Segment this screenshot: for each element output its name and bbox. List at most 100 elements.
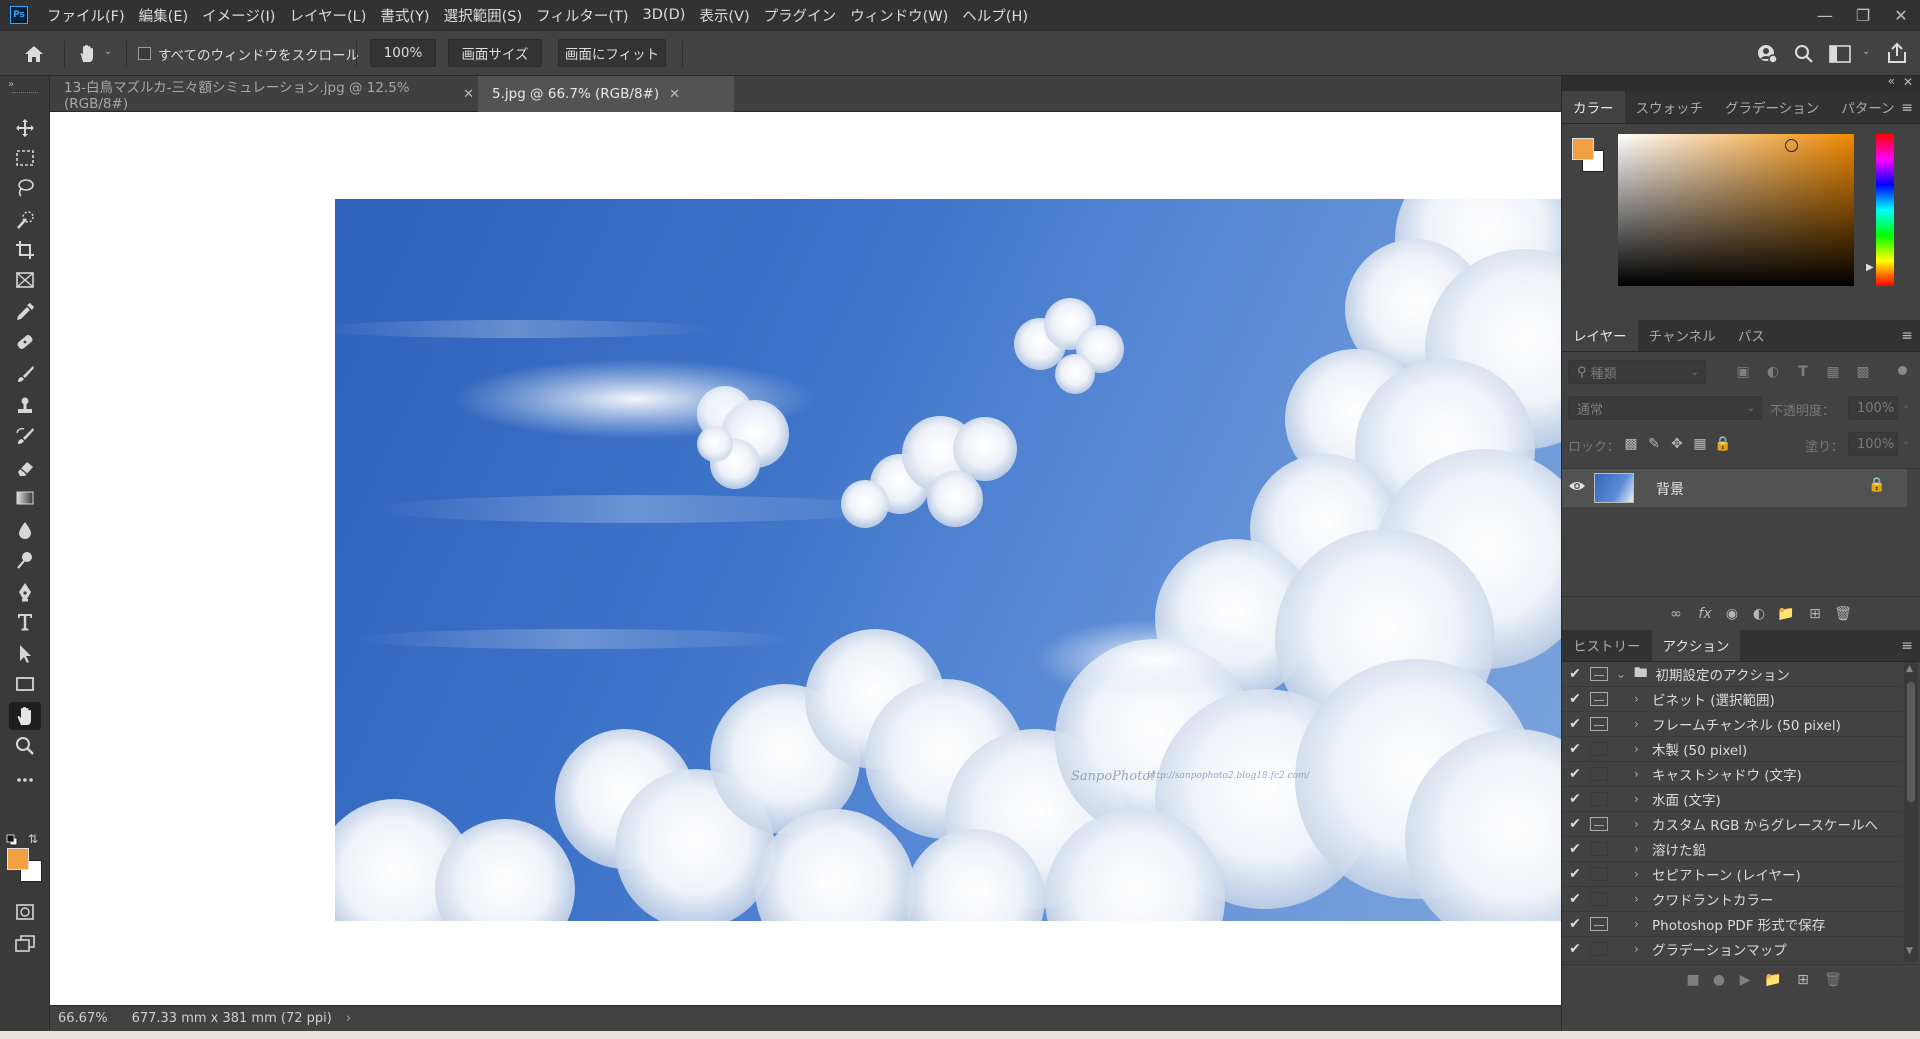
tab-gradients[interactable]: グラデーション (1714, 91, 1830, 123)
collapse-panels-icon[interactable]: « (1888, 74, 1895, 88)
chevron-right-icon[interactable]: › (1634, 692, 1652, 706)
eyedropper-tool-icon[interactable] (9, 298, 41, 326)
dialog-toggle-icon[interactable] (1590, 842, 1608, 856)
dodge-tool-icon[interactable] (9, 546, 41, 574)
quick-selection-tool-icon[interactable] (9, 206, 41, 234)
record-icon[interactable]: ● (1708, 969, 1730, 991)
new-layer-icon[interactable]: ⊞ (1804, 603, 1826, 625)
action-check-icon[interactable]: ✔ (1562, 791, 1588, 807)
hand-tool-icon[interactable] (9, 702, 41, 730)
action-check-icon[interactable]: ✔ (1562, 916, 1588, 932)
dialog-toggle-icon[interactable] (1590, 867, 1608, 881)
gradient-tool-icon[interactable] (9, 484, 41, 512)
tab-channels[interactable]: チャンネル (1638, 319, 1727, 351)
dialog-toggle-icon[interactable] (1590, 917, 1608, 931)
blend-mode-select[interactable]: 通常 ⌄ (1568, 396, 1762, 420)
menu-plugins[interactable]: プラグイン (757, 5, 844, 26)
frame-tool-icon[interactable] (9, 266, 41, 294)
dialog-toggle-icon[interactable] (1590, 667, 1608, 681)
close-icon[interactable]: ✕ (1882, 0, 1920, 30)
hue-slider[interactable] (1876, 134, 1894, 286)
tab-actions[interactable]: アクション (1651, 629, 1741, 661)
lock-position-icon[interactable]: ✥ (1666, 433, 1688, 455)
foreground-color-swatch[interactable] (7, 848, 29, 870)
scroll-down-icon[interactable]: ▼ (1906, 946, 1913, 956)
filter-adjustment-icon[interactable]: ◐ (1762, 361, 1784, 383)
chevron-down-icon[interactable]: ⌄ (1616, 667, 1634, 681)
scrollbar-thumb[interactable] (1907, 682, 1915, 802)
link-layers-icon[interactable]: ∞ (1665, 603, 1687, 625)
layer-name[interactable]: 背景 (1656, 479, 1684, 499)
workspace-chevron-down-icon[interactable]: ⌄ (1862, 46, 1870, 57)
tab-patterns[interactable]: パターン (1830, 91, 1905, 123)
menu-window[interactable]: ウィンドウ(W) (843, 5, 955, 26)
quick-mask-icon[interactable] (9, 898, 41, 926)
rectangle-tool-icon[interactable] (9, 670, 41, 698)
lasso-tool-icon[interactable] (9, 174, 41, 202)
chevron-right-icon[interactable]: › (1634, 742, 1652, 756)
path-selection-tool-icon[interactable] (9, 640, 41, 668)
status-chevron-right-icon[interactable]: › (346, 1011, 351, 1026)
actions-scrollbar[interactable]: ▲ ▼ (1904, 662, 1918, 962)
chevron-right-icon[interactable]: › (1634, 917, 1652, 931)
action-check-icon[interactable]: ✔ (1562, 841, 1588, 857)
tab-paths[interactable]: パス (1727, 319, 1776, 351)
default-colors-icon[interactable] (6, 834, 18, 846)
zoom-tool-icon[interactable] (9, 732, 41, 760)
tab-history[interactable]: ヒストリー (1562, 629, 1652, 661)
blur-tool-icon[interactable] (9, 516, 41, 544)
menu-3d[interactable]: 3D(D) (636, 7, 693, 23)
new-action-icon[interactable]: ⊞ (1792, 969, 1814, 991)
screen-mode-icon[interactable] (9, 930, 41, 958)
chevron-right-icon[interactable]: › (1634, 892, 1652, 906)
history-brush-tool-icon[interactable] (9, 422, 41, 450)
menu-layer[interactable]: レイヤー(L) (282, 5, 373, 26)
share-icon[interactable] (1886, 42, 1908, 68)
toolbar-grip[interactable] (12, 92, 38, 94)
action-row[interactable]: ✔ › ビネット (選択範囲) (1562, 687, 1902, 712)
chevron-right-icon[interactable]: › (1634, 767, 1652, 781)
fill-field[interactable]: 100% (1848, 432, 1898, 456)
brush-tool-icon[interactable] (9, 360, 41, 388)
action-check-icon[interactable]: ✔ (1562, 666, 1588, 682)
menu-type[interactable]: 書式(Y) (373, 5, 436, 26)
action-check-icon[interactable]: ✔ (1562, 941, 1588, 957)
clone-stamp-tool-icon[interactable] (9, 392, 41, 420)
new-group-folder-icon[interactable]: 📁 (1775, 603, 1797, 625)
dialog-toggle-icon[interactable] (1590, 892, 1608, 906)
tool-preset-chevron-down-icon[interactable]: ⌄ (104, 46, 112, 57)
adjustment-layer-icon[interactable]: ◐ (1748, 603, 1770, 625)
sky-clouds-photo[interactable]: SanpoPhoto! http://sanpophoto2.blog18.fc… (335, 199, 1561, 921)
action-check-icon[interactable]: ✔ (1562, 891, 1588, 907)
menu-edit[interactable]: 編集(E) (132, 5, 195, 26)
chevron-right-icon[interactable]: › (1634, 717, 1652, 731)
action-set-row[interactable]: ✔ ⌄ 🖿 初期設定のアクション (1562, 662, 1902, 687)
close-tab-icon[interactable]: ✕ (669, 87, 680, 102)
fill-screen-button[interactable]: 画面にフィット (558, 39, 666, 67)
tab-document-2[interactable]: 5.jpg @ 66.7% (RGB/8#) ✕ (478, 76, 734, 112)
crop-tool-icon[interactable] (9, 236, 41, 264)
action-row[interactable]: ✔ › Photoshop PDF 形式で保存 (1562, 912, 1902, 937)
tab-layers[interactable]: レイヤー (1562, 319, 1638, 351)
learn-icon[interactable] (1756, 43, 1778, 69)
filter-pixel-icon[interactable]: ▣ (1732, 361, 1754, 383)
minimize-icon[interactable]: — (1806, 0, 1844, 30)
close-tab-icon[interactable]: ✕ (463, 87, 474, 102)
dialog-toggle-icon[interactable] (1590, 717, 1608, 731)
dialog-toggle-icon[interactable] (1590, 792, 1608, 806)
marquee-tool-icon[interactable] (9, 144, 41, 172)
action-row[interactable]: ✔ › クワドラントカラー (1562, 887, 1902, 912)
more-tools-icon[interactable] (9, 766, 41, 794)
type-tool-icon[interactable] (9, 608, 41, 636)
panel-menu-icon[interactable]: ≡ (1901, 100, 1913, 116)
lock-image-pixels-icon[interactable]: ✎ (1643, 433, 1665, 455)
stop-icon[interactable]: ■ (1682, 969, 1704, 991)
menu-filter[interactable]: フィルター(T) (529, 5, 635, 26)
layer-row[interactable]: 背景 🔒 (1562, 469, 1907, 507)
eraser-tool-icon[interactable] (9, 454, 41, 482)
dialog-toggle-icon[interactable] (1590, 692, 1608, 706)
dialog-toggle-icon[interactable] (1590, 767, 1608, 781)
filter-shape-icon[interactable]: ▦ (1822, 361, 1844, 383)
delete-action-trash-icon[interactable]: 🗑 (1822, 969, 1844, 991)
action-row[interactable]: ✔ › グラデーションマップ (1562, 937, 1902, 962)
